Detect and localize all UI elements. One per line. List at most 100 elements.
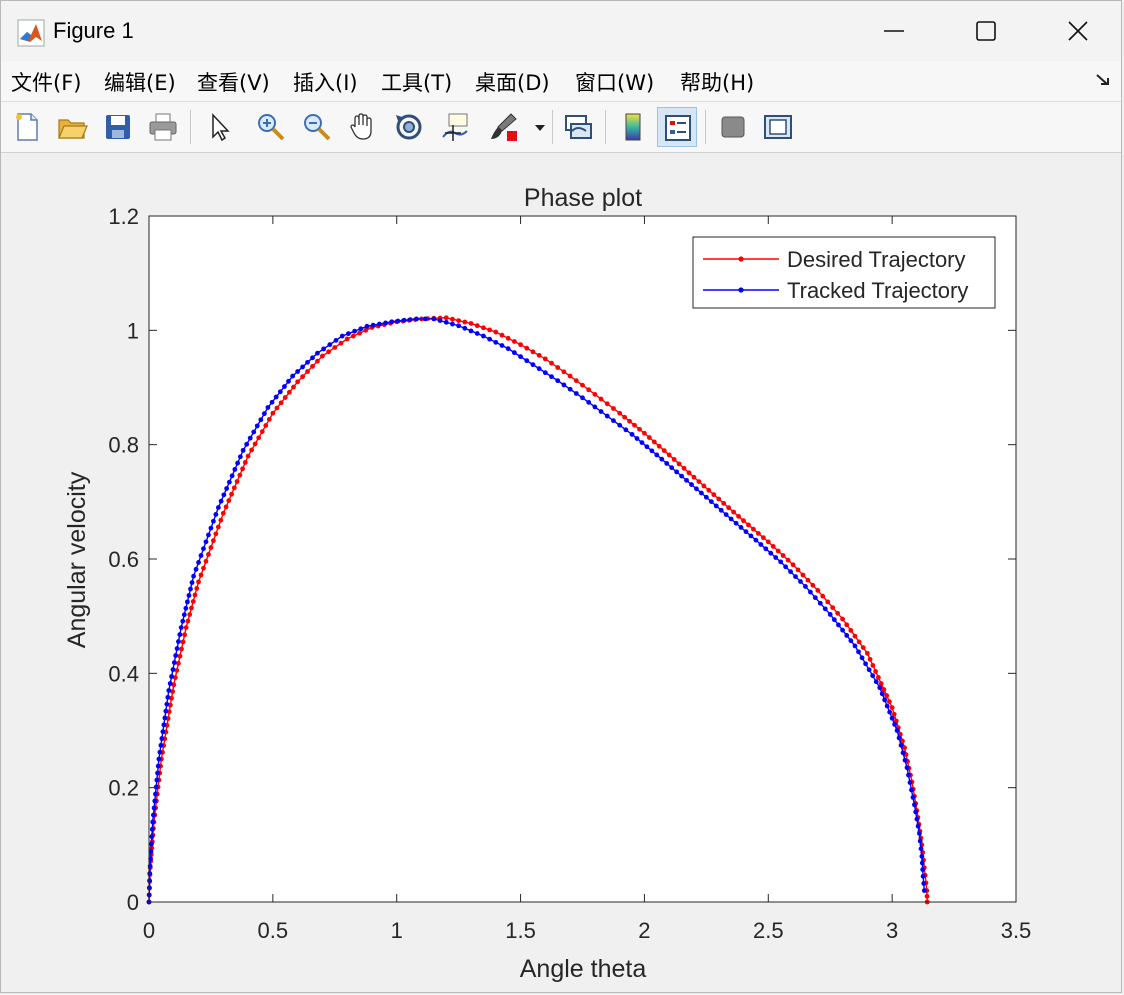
phase-plot-chart[interactable]: 0 0.5 1 1.5 2 2.5 3 3.5 0 0.2 0.4 0.6 0.8 1 1.2 Phase … (1, 153, 1123, 994)
series-marker (852, 633, 858, 639)
series-marker (151, 812, 156, 818)
series-marker (149, 834, 155, 840)
series-marker (218, 498, 224, 504)
series-marker (530, 362, 536, 368)
insert-colorbar-icon (625, 113, 641, 141)
minimize-button[interactable] (847, 1, 939, 61)
hide-plot-tools-button[interactable] (713, 107, 753, 147)
y-tick-label: 0 (127, 890, 139, 915)
series-marker (147, 878, 152, 883)
series-marker (731, 509, 737, 515)
series-marker (921, 888, 927, 893)
dock-arrow-icon[interactable] (1095, 73, 1111, 92)
menu-file[interactable]: 文件(F) (11, 67, 81, 97)
title-bar: Figure 1 (1, 1, 1121, 61)
series-marker (232, 467, 238, 472)
open-file-button[interactable] (52, 107, 92, 147)
series-marker (305, 359, 310, 365)
pan-hand-icon (350, 113, 372, 140)
chevron-down-icon (535, 125, 545, 131)
close-button[interactable] (1031, 1, 1123, 61)
series-marker (487, 336, 493, 342)
series-marker (671, 457, 677, 462)
series-marker (807, 589, 813, 595)
print-button[interactable] (143, 107, 183, 147)
series-marker (240, 447, 246, 453)
maximize-button[interactable] (939, 1, 1031, 61)
series-marker (422, 316, 428, 322)
menu-window[interactable]: 窗口(W) (575, 67, 654, 97)
series-marker (686, 470, 692, 476)
series-marker (203, 558, 209, 564)
save-button[interactable] (98, 107, 138, 147)
series-marker (856, 649, 861, 655)
zoom-out-button[interactable] (297, 107, 337, 147)
menu-edit[interactable]: 编辑(E) (104, 67, 176, 97)
data-cursor-button[interactable] (435, 107, 475, 147)
brush-dropdown[interactable] (531, 107, 549, 147)
menu-help[interactable]: 帮助(H) (680, 67, 754, 97)
series-marker (437, 318, 443, 324)
menu-bar: 文件(F) 编辑(E) 查看(V) 插入(I) 工具(T) 桌面(D) 窗口(W… (1, 61, 1121, 102)
series-marker (634, 436, 640, 441)
series-marker (487, 327, 493, 333)
series-marker (177, 653, 183, 659)
series-marker (206, 552, 211, 557)
menu-tools[interactable]: 工具(T) (381, 67, 452, 97)
series-marker (622, 414, 628, 420)
series-marker (191, 573, 196, 579)
link-plot-button[interactable] (558, 107, 598, 147)
series-marker (763, 546, 769, 552)
x-tick-label: 2 (638, 918, 650, 943)
series-marker (889, 705, 895, 711)
new-figure-button[interactable] (7, 107, 47, 147)
series-marker (785, 557, 791, 563)
rotate-3d-button[interactable] (389, 107, 429, 147)
series-marker (263, 423, 269, 428)
zoom-out-icon (304, 114, 331, 141)
series-marker (835, 610, 841, 616)
series-marker (443, 315, 449, 321)
menu-view[interactable]: 查看(V) (197, 67, 270, 97)
series-marker (518, 342, 523, 348)
new-figure-icon (16, 113, 38, 141)
series-marker (474, 331, 480, 336)
y-tick-label: 1.2 (108, 204, 139, 229)
series-marker (258, 417, 264, 423)
series-marker (242, 460, 248, 465)
series-marker (310, 355, 315, 361)
series-marker (269, 399, 275, 405)
series-marker (760, 535, 766, 541)
series-marker (213, 531, 219, 537)
series-marker (914, 816, 920, 822)
series-marker (793, 574, 798, 580)
brush-button[interactable] (483, 107, 523, 147)
series-marker (310, 363, 315, 369)
menu-desktop[interactable]: 桌面(D) (475, 67, 550, 97)
y-tick-label: 0.6 (108, 547, 139, 572)
series-marker (196, 579, 201, 585)
insert-colorbar-button[interactable] (613, 107, 653, 147)
chart-legend[interactable]: Desired Trajectory Tracked Trajectory (692, 236, 996, 309)
series-marker (900, 750, 906, 756)
series-marker (224, 486, 230, 491)
edit-plot-button[interactable] (199, 107, 239, 147)
series-marker (177, 632, 183, 637)
insert-legend-button[interactable] (657, 107, 697, 147)
series-marker (637, 426, 642, 432)
y-tick-label: 0.2 (108, 776, 139, 801)
pan-button[interactable] (343, 107, 383, 147)
series-marker (198, 553, 204, 558)
series-marker (755, 530, 761, 536)
minimize-icon (884, 30, 904, 32)
series-marker (790, 562, 796, 568)
series-marker (169, 674, 174, 679)
series-marker (273, 394, 279, 400)
series-marker (775, 548, 781, 554)
series-marker (875, 675, 881, 680)
show-plot-tools-button[interactable] (758, 107, 798, 147)
zoom-in-button[interactable] (251, 107, 291, 147)
series-marker (859, 655, 865, 661)
series-marker (282, 384, 287, 389)
menu-insert[interactable]: 插入(I) (293, 67, 358, 97)
